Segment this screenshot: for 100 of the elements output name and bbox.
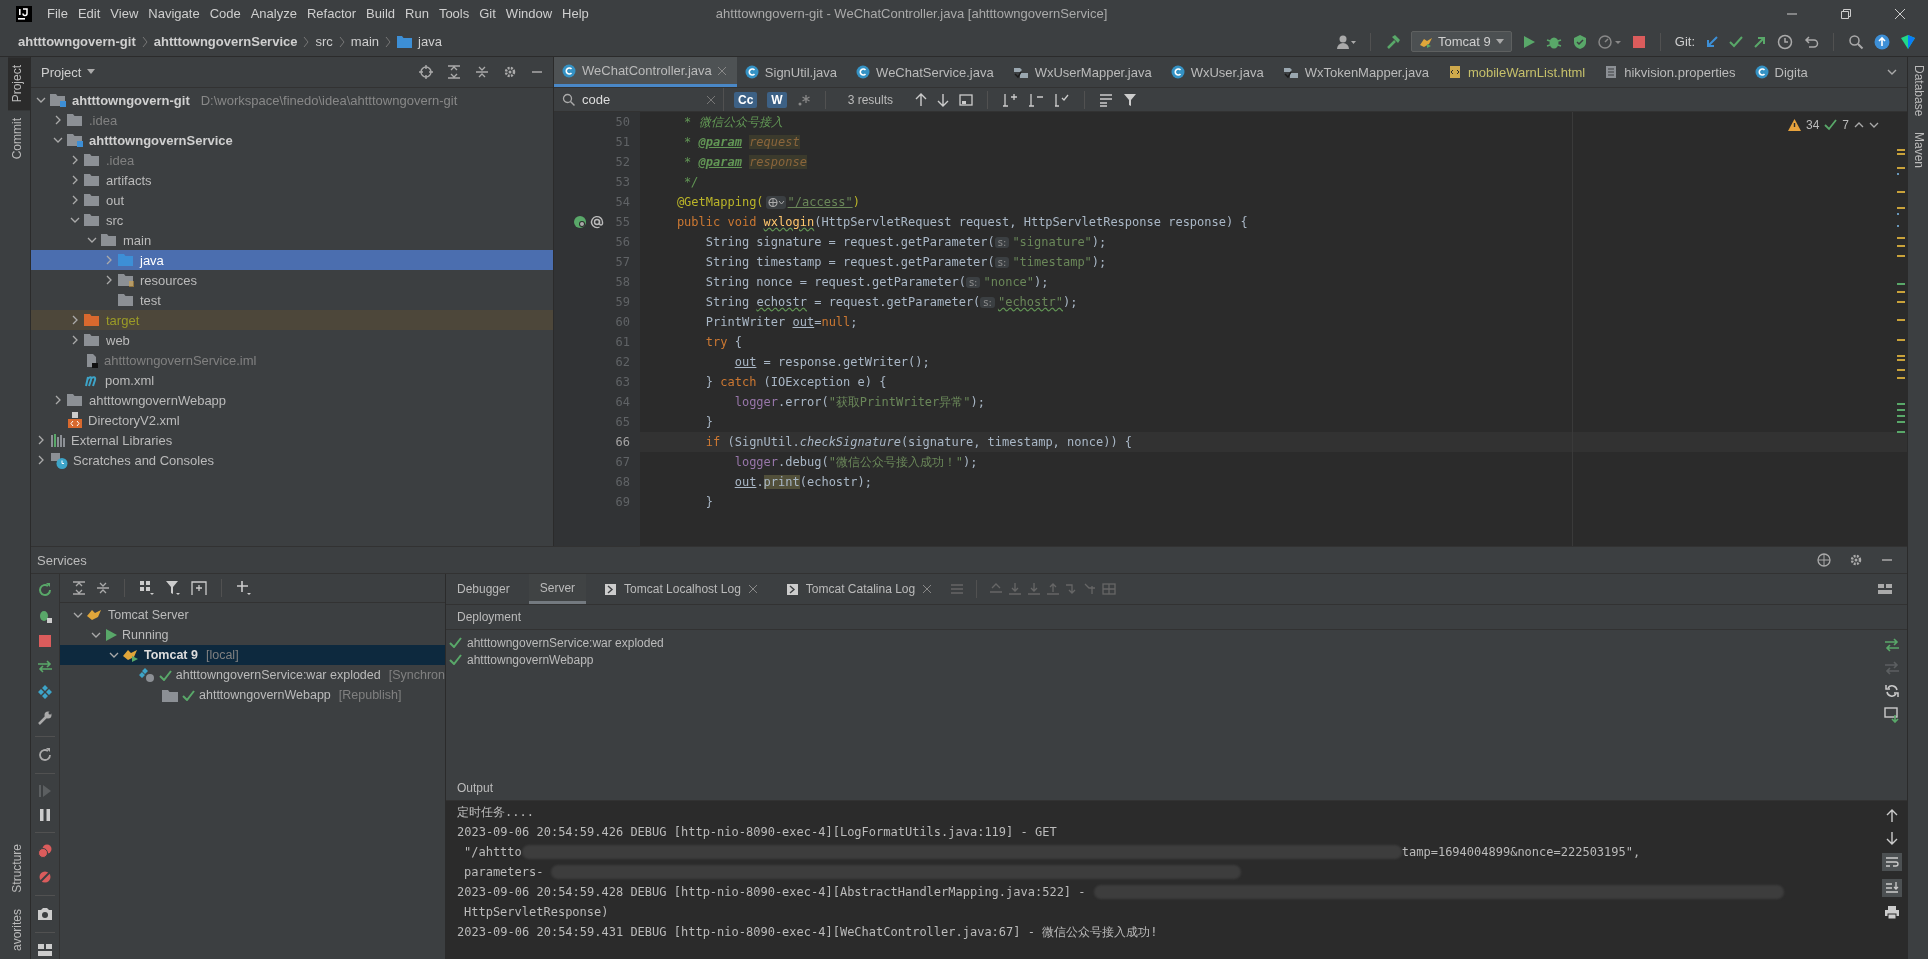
- next-icon[interactable]: [1869, 121, 1879, 129]
- mapping-icon[interactable]: [590, 215, 604, 229]
- chevron-icon[interactable]: [105, 275, 113, 285]
- scroll-to-end-icon[interactable]: [1882, 879, 1902, 897]
- menu-item[interactable]: Build: [363, 6, 402, 21]
- layout-icon[interactable]: [37, 943, 53, 957]
- tree-item[interactable]: main: [31, 230, 553, 250]
- wrench-icon[interactable]: [37, 710, 53, 726]
- soft-wrap-icon[interactable]: [1882, 853, 1902, 871]
- tree-item[interactable]: External Libraries: [31, 430, 553, 450]
- chevron-icon[interactable]: [87, 236, 97, 244]
- breadcrumb[interactable]: src: [315, 34, 333, 49]
- weak-warning-count[interactable]: 7: [1842, 118, 1849, 132]
- service-item[interactable]: ahtttowngovernService:war exploded [Synchron: [60, 665, 445, 685]
- menu-item[interactable]: Window: [502, 6, 560, 21]
- push-arrow-icon[interactable]: [1753, 34, 1767, 49]
- chevron-icon[interactable]: [70, 216, 80, 224]
- chevron-icon[interactable]: [73, 611, 83, 619]
- tree-item[interactable]: src: [31, 210, 553, 230]
- tab[interactable]: Tomcat Catalina Log: [775, 574, 943, 604]
- locate-icon[interactable]: [419, 65, 433, 79]
- search-option-toggle[interactable]: Cc: [734, 91, 758, 108]
- close-icon[interactable]: [1894, 7, 1906, 20]
- editor-tab[interactable]: mobileWarnList.html: [1439, 57, 1597, 87]
- tree-item[interactable]: Scratches and Consoles: [31, 450, 553, 470]
- add-occurrence-icon[interactable]: [1002, 92, 1019, 107]
- deployment-item[interactable]: ahtttowngovernService:war exploded: [446, 634, 1877, 651]
- filter-icon[interactable]: [1123, 92, 1138, 107]
- breakpoints-icon[interactable]: [37, 843, 53, 859]
- inlay-hint-icon[interactable]: [765, 195, 786, 209]
- previous-icon[interactable]: [1854, 121, 1864, 129]
- menu-item[interactable]: Refactor: [303, 6, 364, 21]
- run-icon[interactable]: [1521, 34, 1536, 49]
- editor-tab[interactable]: hikvision.properties: [1596, 57, 1747, 87]
- tree-item[interactable]: ahtttowngovern-git D:\workspace\finedo\idea\ahtttowngovern-git: [31, 90, 553, 110]
- chevron-icon[interactable]: [37, 435, 45, 445]
- arrow-up-icon[interactable]: [1886, 809, 1898, 823]
- menu-item[interactable]: Code: [206, 6, 248, 21]
- tool-window-tab[interactable]: Commit: [8, 110, 30, 168]
- checkmark-icon[interactable]: [1729, 34, 1743, 49]
- search-field[interactable]: code: [582, 90, 701, 109]
- stop-icon[interactable]: [1631, 34, 1646, 49]
- tool-window-tab[interactable]: avorites: [8, 900, 30, 959]
- tool-window-tab[interactable]: Project: [8, 57, 30, 111]
- menu-item[interactable]: File: [44, 6, 75, 21]
- editor-tab[interactable]: WeChatController.java: [554, 57, 737, 87]
- clear-icon[interactable]: [707, 95, 715, 104]
- update-arrow-icon[interactable]: [1705, 34, 1719, 49]
- close-icon[interactable]: [923, 585, 932, 593]
- user-icon[interactable]: [1336, 33, 1356, 50]
- warning-count[interactable]: 34: [1805, 118, 1820, 132]
- rollback-icon[interactable]: [1803, 33, 1819, 50]
- menu-item[interactable]: Edit: [74, 6, 108, 21]
- tree-item[interactable]: ahtttowngovernService: [31, 130, 553, 150]
- mute-breakpoints-icon[interactable]: [37, 869, 53, 885]
- tree-item[interactable]: target: [31, 310, 553, 330]
- regex-icon[interactable]: [796, 92, 811, 107]
- settings-icon[interactable]: [1849, 553, 1863, 567]
- chevron-icon[interactable]: [91, 631, 101, 639]
- chevron-icon[interactable]: [53, 136, 63, 144]
- tab[interactable]: Server: [528, 574, 587, 604]
- tree-item[interactable]: pom.xml: [31, 370, 553, 390]
- chevron-icon[interactable]: [71, 315, 79, 325]
- editor-tab[interactable]: WxTokenMapper.java: [1274, 57, 1440, 87]
- tree-item[interactable]: java: [31, 250, 553, 270]
- tool-window-tab[interactable]: Structure: [8, 836, 30, 901]
- chevron-icon[interactable]: [71, 175, 79, 185]
- menu-item[interactable]: Tools: [435, 6, 477, 21]
- tree-item[interactable]: web: [31, 330, 553, 350]
- rerun-icon[interactable]: [37, 582, 53, 598]
- refresh-icon[interactable]: [1885, 684, 1899, 698]
- editor-tab[interactable]: WxUser.java: [1162, 57, 1275, 87]
- filter-icon[interactable]: [165, 580, 181, 596]
- breadcrumb[interactable]: java: [418, 34, 442, 49]
- add-icon[interactable]: [236, 580, 252, 596]
- run-config-dropdown[interactable]: Tomcat 9: [1411, 31, 1512, 52]
- deploy-icon[interactable]: [37, 658, 53, 674]
- tab[interactable]: Debugger: [446, 574, 521, 604]
- chevron-icon[interactable]: [54, 115, 62, 125]
- service-item[interactable]: ahtttowngovernWebapp [Republish]: [60, 685, 445, 705]
- tree-item[interactable]: DirectoryV2.xml: [31, 410, 553, 430]
- select-all-icon[interactable]: [1054, 92, 1071, 107]
- expand-all-icon[interactable]: [447, 65, 461, 79]
- bean-icon[interactable]: [573, 215, 587, 229]
- menu-item[interactable]: Help: [559, 6, 596, 21]
- editor-tab[interactable]: WxUserMapper.java: [1004, 57, 1163, 87]
- settings-icon[interactable]: [503, 65, 517, 79]
- camera-icon[interactable]: [37, 906, 53, 922]
- download-icon[interactable]: [1884, 707, 1900, 723]
- chevron-icon[interactable]: [109, 651, 119, 659]
- upload-icon[interactable]: [1874, 33, 1890, 50]
- deploy-icon[interactable]: [1884, 638, 1900, 652]
- tree-item[interactable]: out: [31, 190, 553, 210]
- editor-tab[interactable]: SignUtil.java: [736, 57, 849, 87]
- refresh-icon[interactable]: [37, 747, 53, 763]
- list-icon[interactable]: [1099, 92, 1114, 107]
- tree-item[interactable]: resources: [31, 270, 553, 290]
- chevron-icon[interactable]: [54, 395, 62, 405]
- arrow-up-icon[interactable]: [915, 92, 928, 107]
- collapse-all-icon[interactable]: [96, 581, 110, 595]
